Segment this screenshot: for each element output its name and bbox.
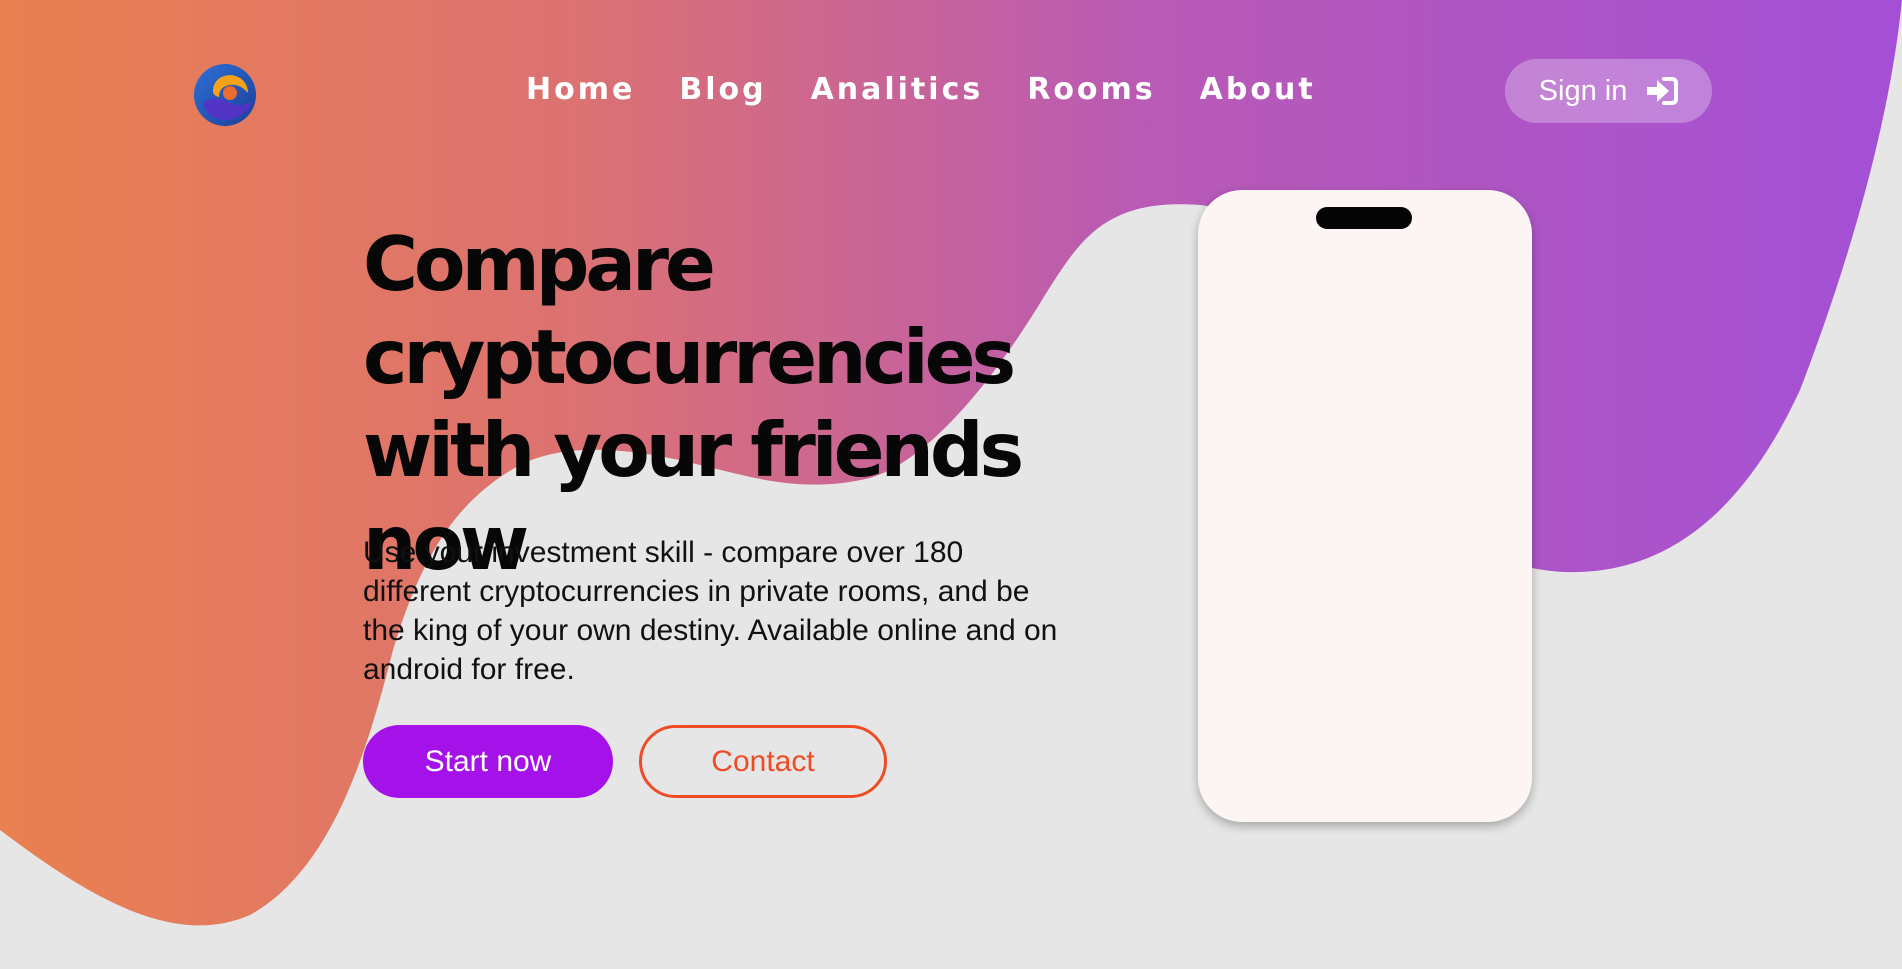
sign-in-label: Sign in bbox=[1538, 74, 1628, 107]
crescent-logo-icon[interactable] bbox=[193, 63, 257, 127]
nav-link-rooms[interactable]: Rooms bbox=[1027, 66, 1155, 114]
contact-button[interactable]: Contact bbox=[639, 725, 887, 798]
nav-link-blog[interactable]: Blog bbox=[679, 66, 766, 114]
sign-in-arrow-icon bbox=[1647, 77, 1679, 105]
phone-mockup bbox=[1198, 190, 1532, 822]
start-now-button[interactable]: Start now bbox=[363, 725, 613, 798]
sign-in-button[interactable]: Sign in bbox=[1505, 59, 1712, 123]
hero-description: Use your investment skill - compare over… bbox=[363, 536, 1058, 686]
nav-link-about[interactable]: About bbox=[1200, 66, 1316, 114]
phone-notch bbox=[1316, 207, 1412, 229]
nav-link-home[interactable]: Home bbox=[526, 66, 635, 114]
main-nav: Home Blog Analitics Rooms About bbox=[526, 66, 1316, 114]
nav-link-analitics[interactable]: Analitics bbox=[811, 66, 984, 114]
